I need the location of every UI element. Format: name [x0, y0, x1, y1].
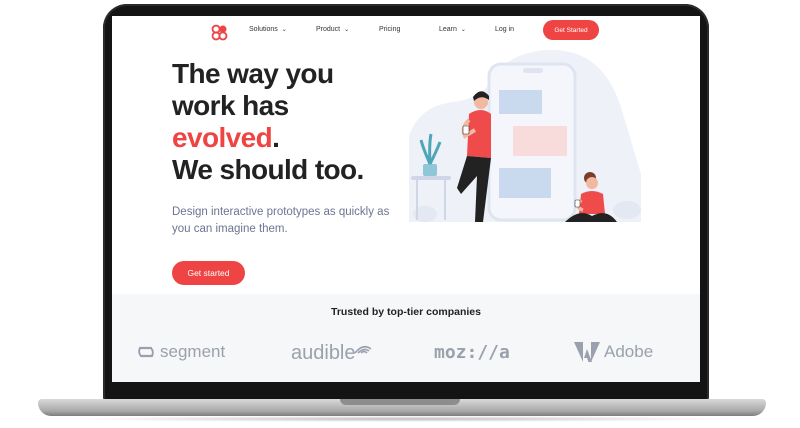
- brand-audible: audible: [291, 342, 372, 365]
- trusted-heading: Trusted by top-tier companies: [331, 306, 481, 318]
- nav-pricing[interactable]: Pricing: [379, 26, 400, 33]
- hero-subtitle: Design interactive prototypes as quickly…: [172, 206, 390, 235]
- chevron-down-icon: ⌄: [460, 27, 466, 33]
- hero-illustration: [409, 49, 641, 222]
- hero-line-1: The way you: [172, 58, 334, 89]
- hero-line-2: work has: [172, 90, 289, 121]
- hero-get-started-label: Get started: [187, 268, 230, 278]
- brand-audible-name: audible: [291, 342, 356, 364]
- login-label: Log in: [495, 26, 515, 33]
- chevron-down-icon: ⌄: [281, 27, 287, 33]
- adobe-logo-icon: [574, 342, 600, 362]
- nav-learn[interactable]: Learn ⌄: [439, 26, 466, 33]
- brand-mozilla: moz://a: [434, 342, 510, 363]
- brand-mozilla-name: moz://a: [434, 342, 510, 363]
- hero-get-started-button[interactable]: Get started: [172, 261, 245, 285]
- hero-heading: The way you work has evolved. We should …: [172, 58, 432, 186]
- segment-logo-icon: [138, 346, 154, 358]
- get-started-nav-button[interactable]: Get Started: [543, 20, 599, 40]
- nav-solutions[interactable]: Solutions ⌄: [249, 26, 287, 33]
- trusted-band: Trusted by top-tier companies segment au…: [112, 294, 700, 382]
- brand-adobe: Adobe: [574, 342, 653, 362]
- laptop-shadow: [60, 416, 744, 422]
- nav-learn-label: Learn: [439, 26, 457, 33]
- login-link[interactable]: Log in: [495, 26, 514, 33]
- nav-solutions-label: Solutions: [249, 26, 278, 33]
- nav-product[interactable]: Product ⌄: [316, 26, 349, 33]
- laptop-notch: [340, 399, 460, 405]
- hero-accent-word: evolved: [172, 122, 273, 153]
- brand-segment: segment: [136, 342, 225, 362]
- chevron-down-icon: ⌄: [344, 27, 350, 33]
- browser-viewport: Solutions ⌄ Product ⌄ Pricing Learn ⌄ Lo…: [112, 16, 700, 382]
- brand-segment-name: segment: [160, 342, 226, 361]
- get-started-nav-label: Get Started: [554, 26, 588, 34]
- hero-line-3-suffix: .: [272, 122, 280, 153]
- hero-line-4: We should too.: [172, 154, 364, 185]
- nav-product-label: Product: [316, 26, 341, 33]
- brand-adobe-name: Adobe: [604, 342, 654, 361]
- audible-logo-icon: [353, 345, 371, 354]
- top-nav: Solutions ⌄ Product ⌄ Pricing Learn ⌄ Lo…: [112, 16, 700, 46]
- nav-pricing-label: Pricing: [379, 26, 401, 33]
- logo-icon[interactable]: [211, 24, 228, 41]
- hero-line-3: evolved.: [172, 122, 432, 154]
